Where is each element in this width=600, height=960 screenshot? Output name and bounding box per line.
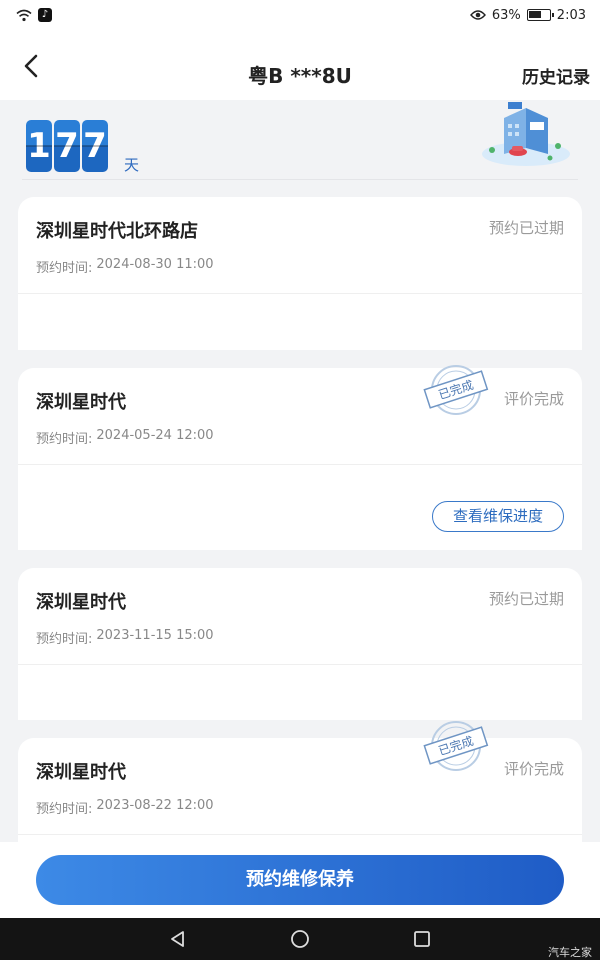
battery-percent: 63% — [491, 7, 521, 23]
completed-stamp: 已完成 — [423, 721, 489, 771]
appointment-time: 预约时间: 2024-05-24 12:00 — [36, 428, 214, 447]
app-header: 粤B ***8U 历史记录 — [0, 30, 600, 100]
recents-square-icon[interactable] — [412, 929, 432, 949]
status-bar-left: ♪ — [16, 8, 52, 22]
appointment-card[interactable]: 深圳星时代 评价完成 已完成 预约时间: 2024-05-24 12:00 查看… — [18, 365, 582, 550]
time-value: 2024-08-30 11:00 — [96, 257, 214, 272]
time-label: 预约时间: — [36, 432, 93, 447]
battery-icon — [526, 9, 554, 21]
card-divider — [18, 293, 582, 294]
appointment-list[interactable]: 深圳星时代北环路店 预约已过期 预约时间: 2024-08-30 11:00 深… — [0, 180, 600, 842]
book-maintenance-button[interactable]: 预约维修保养 — [36, 855, 564, 905]
appointment-status: 评价完成 — [503, 760, 564, 778]
wifi-icon — [16, 9, 32, 21]
card-divider — [18, 664, 582, 665]
service-building-illustration — [482, 102, 570, 166]
appointment-time: 预约时间: 2024-08-30 11:00 — [36, 257, 214, 276]
tiktok-icon: ♪ — [38, 8, 52, 22]
system-nav-bar: 汽车之家 — [0, 918, 600, 960]
days-counter: 1 7 7 — [26, 120, 108, 172]
bottom-action-bar: 预约维修保养 — [0, 842, 600, 918]
appointment-status: 预约已过期 — [488, 219, 564, 237]
clock: 2:03 — [556, 7, 586, 23]
time-value: 2023-11-15 15:00 — [96, 628, 214, 643]
view-maintenance-progress-button[interactable]: 查看维保进度 — [432, 501, 564, 532]
status-bar-right: 63% 2:03 — [469, 7, 586, 23]
store-name: 深圳星时代 — [36, 762, 126, 783]
time-label: 预约时间: — [36, 802, 93, 817]
watermark: 汽车之家 — [548, 946, 592, 959]
card-divider — [18, 464, 582, 465]
appointment-card[interactable]: 深圳星时代北环路店 预约已过期 预约时间: 2024-08-30 11:00 — [18, 197, 582, 350]
history-link[interactable]: 历史记录 — [522, 63, 590, 88]
counter-digit: 1 — [26, 120, 52, 172]
days-unit: 天 — [124, 156, 140, 174]
appointment-status: 预约已过期 — [488, 590, 564, 608]
completed-stamp: 已完成 — [423, 365, 489, 415]
store-name: 深圳星时代 — [36, 392, 126, 413]
appointment-status: 评价完成 — [503, 390, 564, 408]
time-label: 预约时间: — [36, 632, 93, 647]
appointment-card[interactable]: 深圳星时代 评价完成 已完成 预约时间: 2023-08-22 12:00 — [18, 721, 582, 842]
appointment-time: 预约时间: 2023-08-22 12:00 — [36, 798, 214, 817]
store-name: 深圳星时代北环路店 — [36, 221, 198, 242]
appointment-time: 预约时间: 2023-11-15 15:00 — [36, 628, 214, 647]
page-title: 粤B ***8U — [248, 64, 352, 88]
home-circle-icon[interactable] — [290, 929, 310, 949]
time-value: 2023-08-22 12:00 — [96, 798, 214, 813]
appointment-card[interactable]: 深圳星时代 预约已过期 预约时间: 2023-11-15 15:00 — [18, 568, 582, 720]
back-triangle-icon[interactable] — [168, 929, 188, 949]
eye-icon — [469, 10, 486, 20]
status-bar: ♪ 63% 2:03 — [0, 0, 600, 30]
card-divider — [18, 834, 582, 835]
time-value: 2024-05-24 12:00 — [96, 428, 214, 443]
store-name: 深圳星时代 — [36, 592, 126, 613]
counter-digit: 7 — [82, 120, 108, 172]
time-label: 预约时间: — [36, 261, 93, 276]
counter-digit: 7 — [54, 120, 80, 172]
